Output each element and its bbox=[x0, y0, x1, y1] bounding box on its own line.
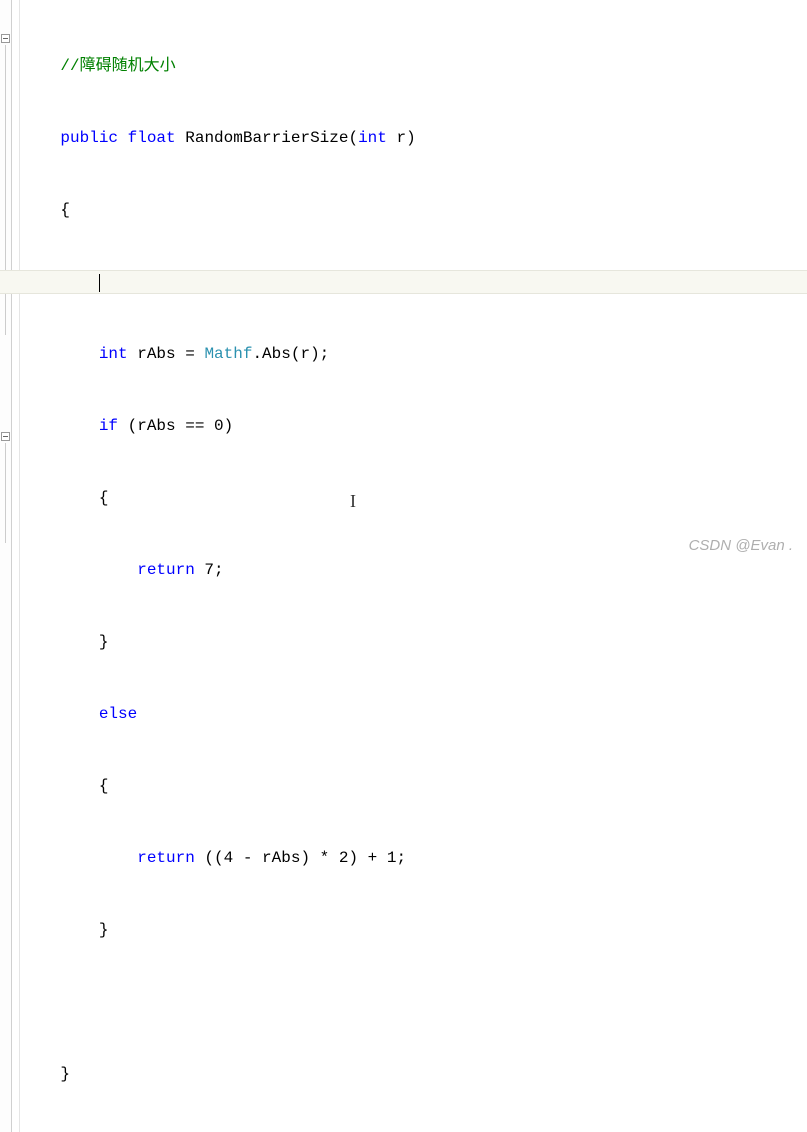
keyword: else bbox=[99, 705, 137, 723]
brace: { bbox=[99, 777, 109, 795]
keyword: public bbox=[60, 129, 118, 147]
code-line[interactable]: } bbox=[22, 630, 807, 654]
code-text: (rAbs == 0) bbox=[118, 417, 233, 435]
keyword: int bbox=[99, 345, 128, 363]
code-line[interactable]: //障碍随机大小 bbox=[22, 54, 807, 78]
fold-marker-icon[interactable] bbox=[1, 432, 10, 441]
code-text: rAbs = bbox=[128, 345, 205, 363]
text-caret bbox=[99, 274, 100, 292]
keyword: float bbox=[128, 129, 176, 147]
code-text: .Abs(r); bbox=[252, 345, 329, 363]
fold-marker-icon[interactable] bbox=[1, 34, 10, 43]
type-name: Mathf bbox=[204, 345, 252, 363]
keyword: return bbox=[137, 849, 195, 867]
code-line[interactable]: else bbox=[22, 702, 807, 726]
code-line[interactable]: {I bbox=[22, 486, 807, 510]
code-area[interactable]: //障碍随机大小 public float RandomBarrierSize(… bbox=[22, 6, 807, 1132]
brace: { bbox=[99, 489, 109, 507]
method-name: RandomBarrierSize bbox=[176, 129, 349, 147]
code-line[interactable]: if (rAbs == 0) bbox=[22, 414, 807, 438]
margin bbox=[12, 0, 20, 1132]
code-line[interactable]: return 7; bbox=[22, 558, 807, 582]
keyword: if bbox=[99, 417, 118, 435]
code-line-current[interactable] bbox=[0, 270, 807, 294]
brace: } bbox=[60, 1065, 70, 1083]
keyword: return bbox=[137, 561, 195, 579]
code-text: 7; bbox=[195, 561, 224, 579]
gutter bbox=[0, 0, 12, 1132]
keyword: int bbox=[358, 129, 387, 147]
brace: } bbox=[99, 921, 109, 939]
code-line[interactable]: } bbox=[22, 918, 807, 942]
code-editor[interactable]: //障碍随机大小 public float RandomBarrierSize(… bbox=[0, 0, 807, 1132]
code-line[interactable]: public float RandomBarrierSize(int r) bbox=[22, 126, 807, 150]
code-text: ((4 - rAbs) * 2) + 1; bbox=[195, 849, 406, 867]
code-line[interactable]: { bbox=[22, 198, 807, 222]
comment: //障碍随机大小 bbox=[60, 57, 175, 75]
code-line[interactable]: return ((4 - rAbs) * 2) + 1; bbox=[22, 846, 807, 870]
ibeam-cursor-icon: I bbox=[350, 489, 356, 513]
code-line[interactable]: } bbox=[22, 1062, 807, 1086]
code-line[interactable]: { bbox=[22, 774, 807, 798]
param: r bbox=[387, 129, 406, 147]
code-line[interactable]: int rAbs = Mathf.Abs(r); bbox=[22, 342, 807, 366]
code-line[interactable] bbox=[22, 990, 807, 1014]
brace: } bbox=[99, 633, 109, 651]
fold-line bbox=[5, 443, 6, 543]
brace: { bbox=[60, 201, 70, 219]
